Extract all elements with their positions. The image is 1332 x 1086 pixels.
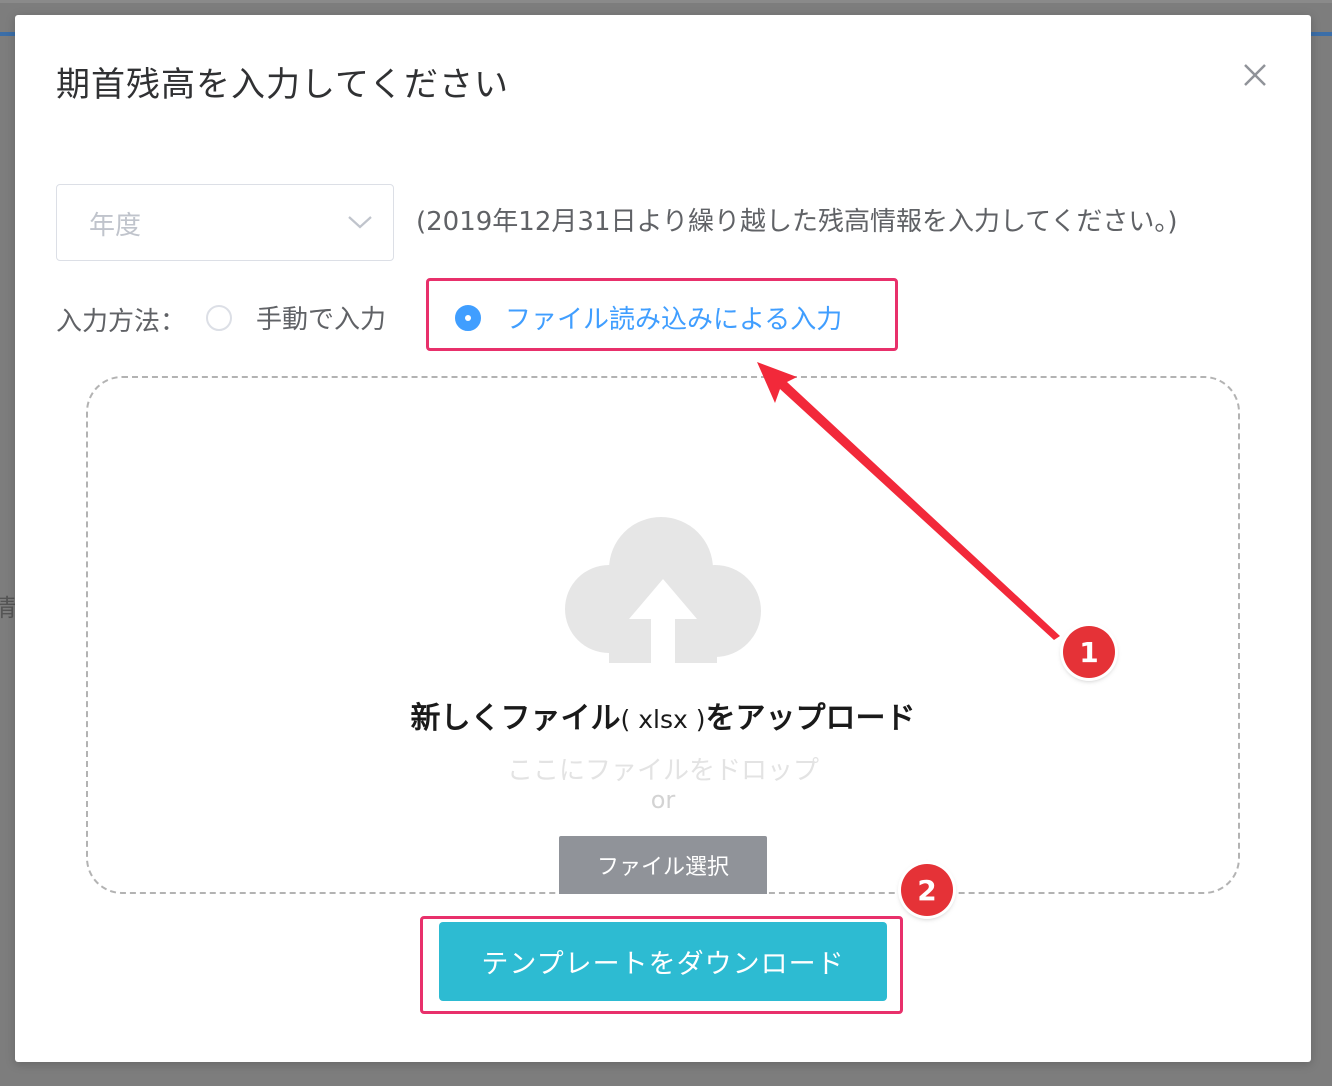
radio-circle xyxy=(206,304,232,331)
annotation-badge-2: 2 xyxy=(901,864,953,916)
annotation-badge-1: 1 xyxy=(1063,626,1115,678)
dialog-title: 期首残高を入力してください xyxy=(56,65,509,105)
radio-label-manual: 手動で入力 xyxy=(256,305,387,335)
upload-title-before: 新しくファイル xyxy=(410,701,621,736)
backdrop-header-bar-right xyxy=(1310,32,1332,36)
cloud-upload-icon xyxy=(565,517,761,663)
close-icon xyxy=(1244,64,1266,86)
drop-hint: ここにファイルをドロップ xyxy=(506,756,819,786)
upload-title-ext: ( xlsx ) xyxy=(620,705,706,734)
select-file-button[interactable]: ファイル選択 xyxy=(559,836,767,894)
annotation-highlight-1 xyxy=(426,278,898,351)
upload-title: 新しくファイル( xlsx )をアップロード xyxy=(15,693,1311,737)
input-method-label: 入力方法： xyxy=(56,307,187,337)
download-template-button[interactable]: テンプレートをダウンロード xyxy=(439,922,887,1001)
upload-title-after: をアップロード xyxy=(705,701,916,736)
backdrop-top-strip xyxy=(0,0,1332,3)
radio-manual-input[interactable]: 手動で入力 xyxy=(206,299,386,336)
opening-balance-dialog: 期首残高を入力してください 年度 (2019年12月31日より繰り越した残高情報… xyxy=(15,15,1311,1062)
year-select[interactable]: 年度 xyxy=(56,184,394,261)
year-select-placeholder: 年度 xyxy=(89,211,142,241)
close-button[interactable] xyxy=(1237,57,1273,93)
or-separator: or xyxy=(650,786,676,814)
backdrop-partial-text: 情 xyxy=(0,594,16,622)
year-note: (2019年12月31日より繰り越した残高情報を入力してください。) xyxy=(416,207,1178,237)
backdrop-header-bar xyxy=(0,32,16,36)
chevron-down-icon xyxy=(348,216,372,229)
